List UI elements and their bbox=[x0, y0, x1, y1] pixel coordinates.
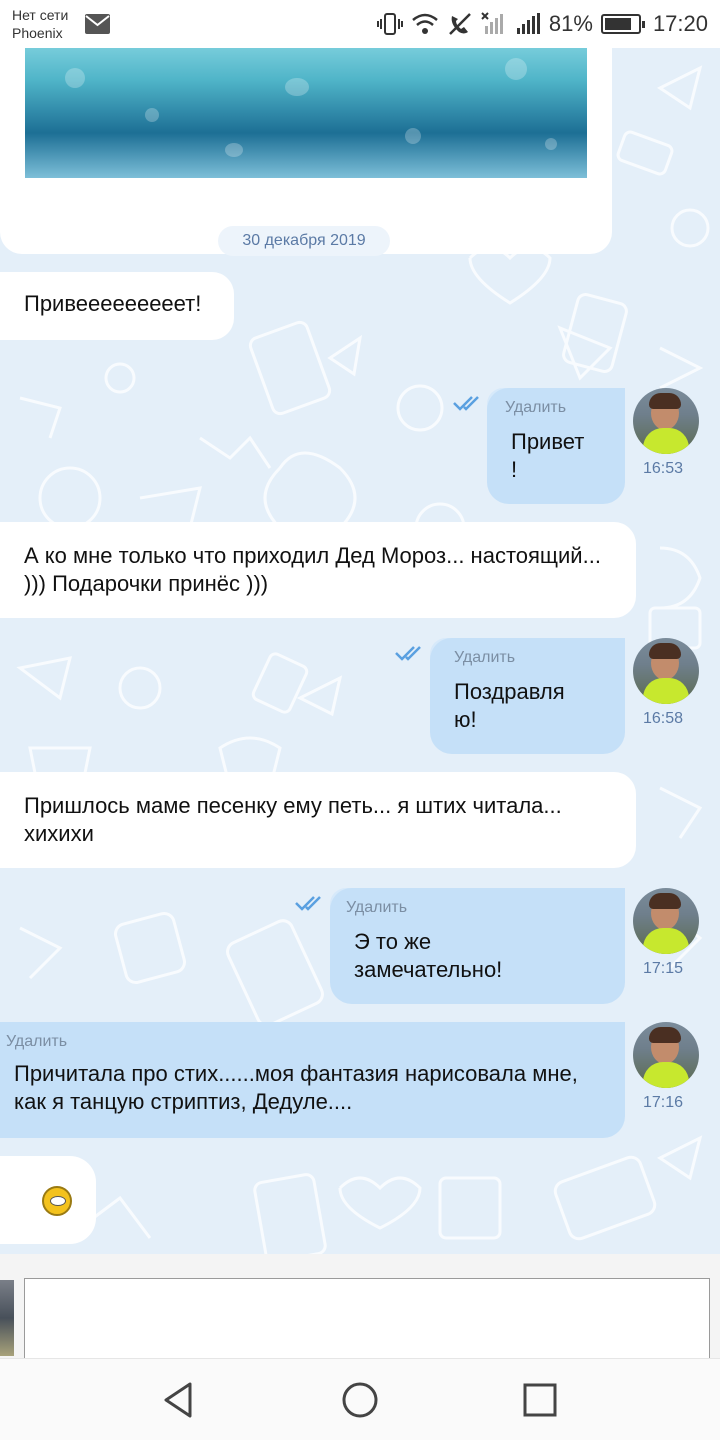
message-text: Поздравля ю! bbox=[454, 679, 565, 732]
read-check-icon bbox=[295, 896, 321, 911]
message-text: Пришлось маме песенку ему петь... я штих… bbox=[24, 793, 562, 846]
battery-percent: 81% bbox=[548, 11, 593, 36]
battery-icon bbox=[600, 14, 645, 34]
photo-message[interactable] bbox=[0, 48, 612, 254]
home-icon[interactable] bbox=[340, 1380, 380, 1420]
outgoing-message[interactable]: Удалить Привет ! bbox=[487, 388, 625, 504]
outgoing-message[interactable]: Удалить Поздравля ю! bbox=[430, 638, 625, 754]
wifi-icon bbox=[412, 13, 438, 34]
message-text: Привет ! bbox=[511, 429, 585, 482]
date-separator: 30 декабря 2019 bbox=[218, 226, 390, 256]
message-input[interactable] bbox=[24, 1278, 710, 1362]
signal-icon bbox=[516, 13, 540, 34]
recents-icon[interactable] bbox=[520, 1380, 560, 1420]
message-time: 16:53 bbox=[643, 460, 684, 477]
chat-area[interactable]: 30 декабря 2019 Привееееееееет! Удалить … bbox=[0, 48, 720, 1254]
no-signal-icon bbox=[481, 12, 503, 34]
delete-button[interactable]: Удалить bbox=[346, 898, 601, 918]
message-text: Привееееееееет! bbox=[24, 291, 202, 316]
read-check-icon bbox=[395, 646, 421, 661]
vibrate-icon bbox=[376, 13, 403, 35]
back-icon[interactable] bbox=[160, 1380, 200, 1420]
carrier-status: Нет сети bbox=[12, 7, 69, 23]
delete-button[interactable]: Удалить bbox=[6, 1032, 611, 1052]
incoming-message[interactable]: А ко мне только что приходил Дед Мороз..… bbox=[0, 522, 636, 618]
composer bbox=[0, 1254, 720, 1362]
message-time: 16:58 bbox=[643, 710, 684, 727]
message-text: Э то же замечательно! bbox=[354, 929, 503, 982]
delete-button[interactable]: Удалить bbox=[505, 398, 601, 418]
photo-image[interactable] bbox=[25, 48, 587, 178]
avatar[interactable] bbox=[633, 638, 699, 704]
avatar[interactable] bbox=[633, 888, 699, 954]
incoming-message[interactable] bbox=[0, 1156, 96, 1244]
message-time: 17:15 bbox=[643, 960, 684, 977]
status-bar: Нет сети Phoenix 81% 17:20 bbox=[0, 0, 720, 48]
mail-icon bbox=[85, 14, 110, 34]
attachment-thumbnail[interactable] bbox=[0, 1280, 14, 1356]
status-icons: 81% 17:20 bbox=[376, 8, 708, 40]
incoming-message[interactable]: Пришлось маме песенку ему петь... я штих… bbox=[0, 772, 636, 868]
delete-button[interactable]: Удалить bbox=[454, 648, 601, 668]
no-call-icon bbox=[449, 13, 471, 35]
message-time: 17:16 bbox=[643, 1094, 684, 1111]
read-check-icon bbox=[453, 396, 479, 411]
message-text: Причитала про стих......моя фантазия нар… bbox=[14, 1061, 578, 1114]
avatar[interactable] bbox=[633, 388, 699, 454]
message-text: А ко мне только что приходил Дед Мороз..… bbox=[24, 543, 601, 596]
carrier-info: Нет сети Phoenix bbox=[12, 6, 68, 42]
outgoing-message[interactable]: Удалить Э то же замечательно! bbox=[330, 888, 625, 1004]
smiling-face-emoji-icon bbox=[42, 1186, 72, 1216]
outgoing-message[interactable]: Удалить Причитала про стих......моя фант… bbox=[0, 1022, 625, 1138]
carrier-name: Phoenix bbox=[12, 25, 63, 41]
incoming-message[interactable]: Привееееееееет! bbox=[0, 272, 234, 340]
avatar[interactable] bbox=[633, 1022, 699, 1088]
navigation-bar bbox=[0, 1358, 720, 1440]
clock: 17:20 bbox=[652, 11, 708, 36]
